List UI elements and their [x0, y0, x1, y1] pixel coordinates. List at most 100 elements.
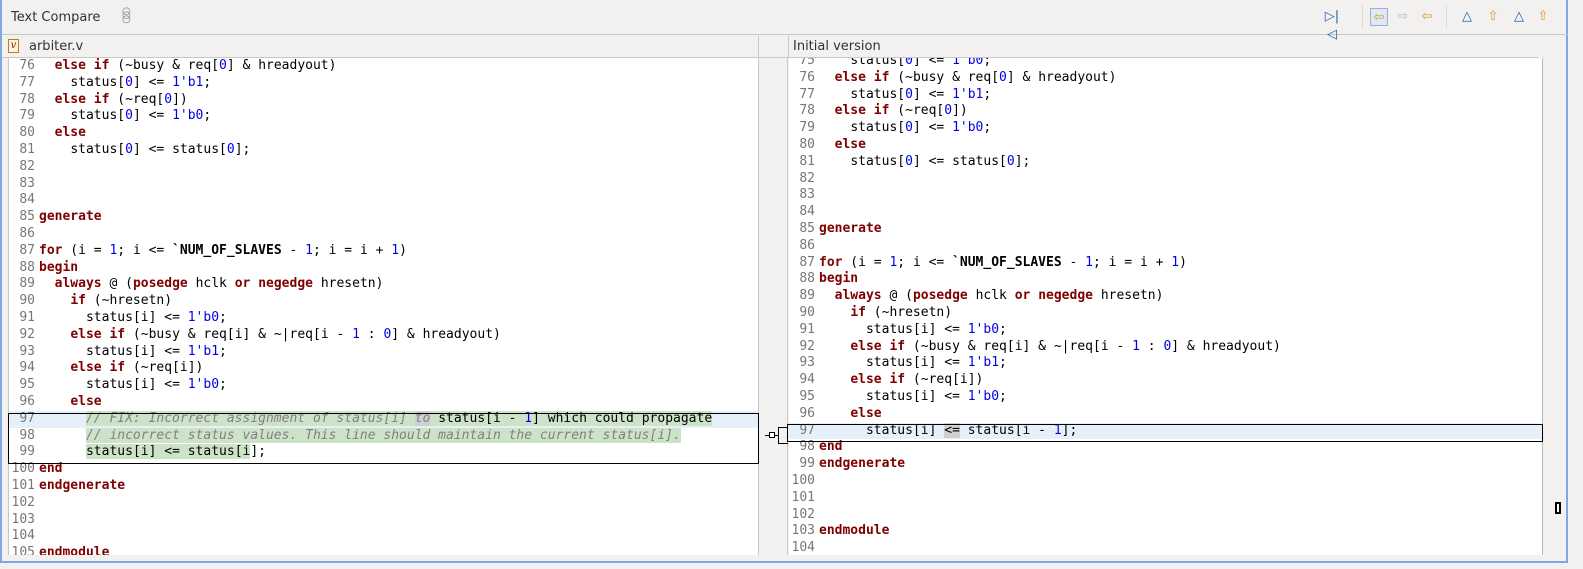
code-line[interactable]: 99 endgenerate [789, 456, 1542, 473]
code-line[interactable]: 90 if (~hresetn) [9, 293, 758, 310]
code-line[interactable]: 83 [789, 187, 1542, 204]
code-line[interactable]: 91 status[i] <= 1'b0; [9, 310, 758, 327]
code-token: ) [399, 242, 407, 258]
code-line[interactable]: 93 status[i] <= 1'b1; [789, 355, 1542, 372]
diff-connector-handle[interactable] [769, 432, 775, 438]
code-line[interactable]: 104 [789, 540, 1542, 555]
overview-diff-marker[interactable] [1555, 502, 1561, 514]
copy-current-left-icon[interactable]: ⇦ [1418, 8, 1436, 26]
code-token: else [70, 360, 102, 376]
code-line[interactable]: 81 status[0] <= status[0]; [789, 154, 1542, 171]
code-line[interactable]: 82 [789, 171, 1542, 188]
previous-change-icon[interactable]: ⇧ [1534, 8, 1552, 26]
code-line[interactable]: 82 [9, 159, 758, 176]
code-line[interactable]: 94 else if (~req[i]) [789, 372, 1542, 389]
code-line[interactable]: 80 else [789, 137, 1542, 154]
code-line[interactable]: 80 else [9, 125, 758, 142]
line-number: 87 [799, 254, 815, 270]
left-editor[interactable]: 76 else if (~busy & req[0] & hreadyout) 7… [8, 58, 758, 555]
code-token: (~ [125, 326, 149, 342]
toolbar-separator [1446, 5, 1447, 29]
code-line[interactable]: 91 status[i] <= 1'b0; [789, 322, 1542, 339]
code-line[interactable]: 85 generate [9, 209, 758, 226]
code-token: if [850, 304, 866, 320]
code-token: if [873, 69, 890, 85]
code-line[interactable]: 89 always @ (posedge hclk or negedge hre… [789, 288, 1542, 305]
code-line[interactable]: 105 endmodule [9, 545, 758, 555]
code-token: (~ [905, 338, 929, 354]
code-line[interactable]: 96 else [789, 406, 1542, 423]
code-line[interactable]: 84 [789, 204, 1542, 221]
view-menu-icon[interactable]: ○ ○ ○ [122, 7, 131, 25]
code-line[interactable]: 81 status[0] <= status[0]; [9, 142, 758, 159]
code-line[interactable]: 103 [9, 512, 758, 529]
code-line[interactable]: 103 endmodule [789, 523, 1542, 540]
code-token: req [967, 69, 992, 85]
code-line[interactable]: 101 [789, 490, 1542, 507]
code-line[interactable]: 89 always @ (posedge hclk or negedge hre… [9, 276, 758, 293]
copy-all-right-icon[interactable]: ⇨ [1394, 8, 1412, 26]
code-line[interactable]: 78 else if (~req[0]) [9, 92, 758, 109]
code-line[interactable]: 102 [789, 507, 1542, 524]
code-line[interactable]: 77 status[0] <= 1'b1; [9, 75, 758, 92]
code-line[interactable]: 90 if (~hresetn) [789, 305, 1542, 322]
code-text: for (i = 1; i <= `NUM_OF_SLAVES - 1; i =… [819, 255, 1187, 272]
code-token: @ ( [881, 288, 913, 304]
next-change-icon[interactable]: △ [1510, 8, 1528, 26]
line-number: 100 [791, 472, 815, 488]
code-token: (~ [889, 69, 913, 85]
line-number: 76 [19, 58, 35, 73]
code-line[interactable]: 78 else if (~req[0]) [789, 103, 1542, 120]
code-token: [ [312, 326, 321, 342]
code-line[interactable]: 84 [9, 192, 758, 209]
code-line[interactable]: 79 status[0] <= 1'b0; [9, 108, 758, 125]
code-line[interactable]: 93 status[i] <= 1'b1; [9, 344, 758, 361]
two-way-compare-icon[interactable]: ▷|◁ [1323, 8, 1341, 42]
code-line[interactable]: 87 for (i = 1; i <= `NUM_OF_SLAVES - 1; i… [9, 243, 758, 260]
code-line[interactable]: 76 else if (~busy & req[0] & hreadyout) [9, 58, 758, 75]
code-line[interactable]: 88 begin [789, 271, 1542, 288]
code-line[interactable]: 95 status[i] <= 1'b0; [9, 377, 758, 394]
code-token: hreadyout [1038, 69, 1109, 85]
code-line[interactable]: 83 [9, 176, 758, 193]
code-token: (~ [85, 293, 110, 309]
code-line[interactable]: 101 endgenerate [9, 478, 758, 495]
code-text: else if (~busy & req[i] & ~|req[i - 1 : … [39, 327, 501, 344]
code-line[interactable]: 92 else if (~busy & req[i] & ~|req[i - 1… [9, 327, 758, 344]
code-token: [ [1006, 338, 1015, 354]
previous-difference-icon[interactable]: ⇧ [1484, 8, 1502, 26]
code-line[interactable]: 79 status[0] <= 1'b0; [789, 120, 1542, 137]
code-line[interactable]: 96 else [9, 394, 758, 411]
code-line[interactable]: 77 status[0] <= 1'b1; [789, 87, 1542, 104]
code-line[interactable]: 104 [9, 528, 758, 545]
code-line[interactable]: 100 [789, 473, 1542, 490]
code-line[interactable]: 88 begin [9, 260, 758, 277]
code-token: [ [912, 321, 921, 337]
code-token: = [1116, 254, 1140, 270]
code-token: else [834, 103, 866, 119]
line-number: 80 [799, 136, 815, 152]
code-line[interactable]: 85 generate [789, 221, 1542, 238]
overview-ruler[interactable] [1542, 58, 1566, 555]
code-line[interactable]: 95 status[i] <= 1'b0; [789, 389, 1542, 406]
code-line[interactable]: 86 [789, 238, 1542, 255]
code-line[interactable]: 94 else if (~req[i]) [9, 360, 758, 377]
code-token: & [944, 69, 968, 85]
code-line[interactable]: 102 [9, 495, 758, 512]
code-line[interactable]: 92 else if (~busy & req[i] & ~|req[i - 1… [789, 339, 1542, 356]
code-text: status[0] <= status[0]; [819, 154, 1030, 171]
line-number: 88 [799, 271, 815, 287]
code-line[interactable]: 76 else if (~busy & req[0] & hreadyout) [789, 70, 1542, 87]
code-line[interactable]: 75 status[0] <= 1'b0; [789, 58, 1542, 70]
code-token: 1 [1171, 254, 1180, 270]
code-token: ] & [1006, 69, 1039, 85]
code-line[interactable]: 87 for (i = 1; i <= `NUM_OF_SLAVES - 1; i… [789, 255, 1542, 272]
copy-all-left-icon[interactable]: ⇦ [1370, 8, 1388, 26]
right-editor[interactable]: 75 status[0] <= 1'b0; 76 else if (~busy &… [789, 58, 1542, 555]
code-token: <= [140, 242, 173, 258]
next-difference-icon[interactable]: △ [1458, 8, 1476, 26]
code-token: & [179, 326, 204, 342]
code-line[interactable]: 86 [9, 226, 758, 243]
